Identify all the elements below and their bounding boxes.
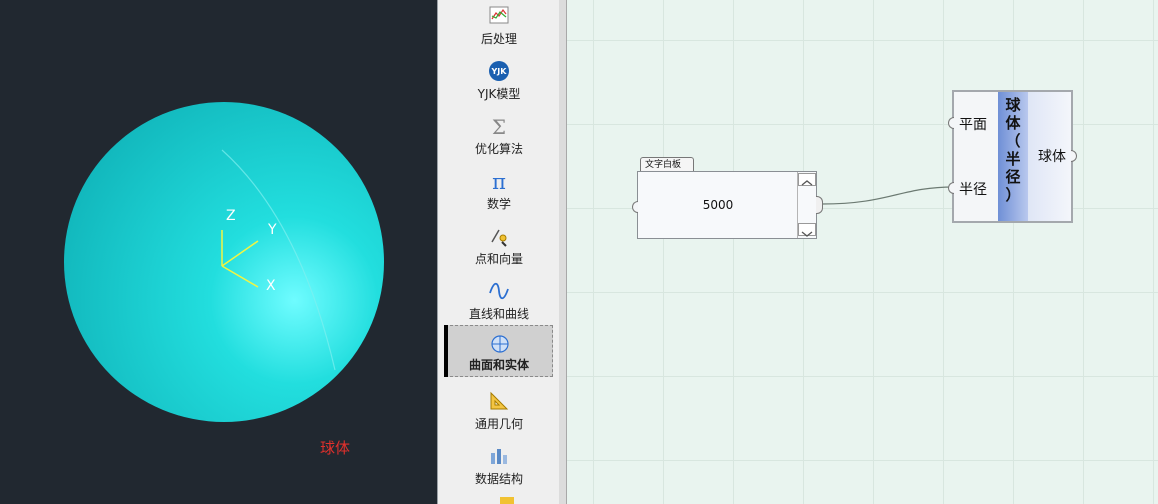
text-panel-tab: 文字白板 — [640, 157, 694, 171]
sigma-icon: Σ — [492, 115, 506, 138]
palette-item-label: 数学 — [486, 197, 511, 211]
title-char: 体 — [1005, 114, 1021, 132]
title-char: 径 — [1005, 168, 1021, 186]
3d-viewport[interactable]: Z Y X 球体 — [0, 0, 437, 504]
output-sphere[interactable]: 球体 — [1038, 146, 1066, 166]
svg-text:Σ: Σ — [492, 115, 506, 138]
svg-text:π: π — [492, 170, 506, 193]
text-panel-output-port[interactable] — [816, 196, 823, 214]
palette-item-label: 后处理 — [480, 32, 517, 46]
palette-item-point-vector[interactable]: 点和向量 — [445, 222, 553, 274]
axis-z-label: Z — [226, 208, 236, 224]
palette-item-line-curve[interactable]: 直线和曲线 — [445, 277, 553, 329]
point-vector-icon — [491, 229, 507, 247]
sphere-label: 球体 — [320, 439, 351, 457]
sphere-node-title: 球 体 （ 半 径 ） — [1000, 96, 1026, 204]
palette-next-item-icon — [500, 497, 514, 504]
palette-item-data-structure[interactable]: 数据结构 — [445, 442, 553, 494]
palette-item-label: 直线和曲线 — [468, 307, 529, 321]
title-char: ） — [1005, 186, 1021, 204]
palette-item-label: 通用几何 — [474, 417, 523, 431]
palette-item-label: YJK模型 — [477, 87, 521, 101]
text-panel-scrollbar[interactable] — [797, 172, 817, 238]
text-panel-node[interactable]: 5000 — [632, 171, 817, 239]
title-char: 半 — [1005, 150, 1021, 168]
surface-solid-icon — [491, 335, 509, 353]
palette-item-surface-solid[interactable]: 曲面和实体 — [444, 325, 553, 377]
palette-item-post-processing[interactable]: 后处理 — [445, 2, 553, 54]
palette-item-label: 点和向量 — [474, 252, 523, 266]
palette-item-math[interactable]: π 数学 — [445, 167, 553, 219]
axis-y-label: Y — [267, 222, 277, 238]
panel-splitter[interactable] — [559, 0, 567, 504]
axis-x-label: X — [266, 278, 276, 294]
plane-input-port[interactable] — [948, 117, 954, 129]
chevron-down-icon — [801, 231, 813, 237]
pi-icon: π — [492, 170, 506, 193]
sphere-shape — [64, 102, 384, 422]
node-canvas[interactable] — [567, 0, 1158, 504]
svg-text:YJK: YJK — [491, 67, 508, 76]
text-panel-value[interactable]: 5000 — [638, 198, 798, 212]
component-palette: 后处理 YJK YJK模型 Σ 优化算法 π 数学 点和向量 直线和曲线 曲面和… — [437, 0, 561, 504]
yjk-logo-icon: YJK — [489, 61, 509, 81]
palette-item-yjk-model[interactable]: YJK YJK模型 — [445, 57, 553, 109]
data-structure-icon — [491, 449, 507, 464]
palette-item-optimization[interactable]: Σ 优化算法 — [445, 112, 553, 164]
scroll-up-button[interactable] — [798, 173, 816, 186]
title-char: （ — [1005, 132, 1021, 150]
chart-line-icon — [489, 6, 509, 24]
viewport-canvas: Z Y X — [64, 102, 384, 422]
palette-item-general-geometry[interactable]: 通用几何 — [445, 387, 553, 439]
radius-input-port[interactable] — [948, 182, 954, 194]
palette-item-label: 曲面和实体 — [468, 358, 529, 372]
title-char: 球 — [1005, 96, 1021, 114]
palette-item-label: 数据结构 — [474, 472, 523, 486]
curve-icon — [489, 282, 509, 300]
scroll-down-button[interactable] — [798, 223, 816, 237]
chevron-up-icon — [801, 180, 813, 186]
input-radius[interactable]: 半径 — [959, 179, 987, 199]
input-plane[interactable]: 平面 — [959, 114, 987, 134]
triangle-ruler-icon — [490, 391, 509, 410]
palette-item-label: 优化算法 — [474, 142, 523, 156]
